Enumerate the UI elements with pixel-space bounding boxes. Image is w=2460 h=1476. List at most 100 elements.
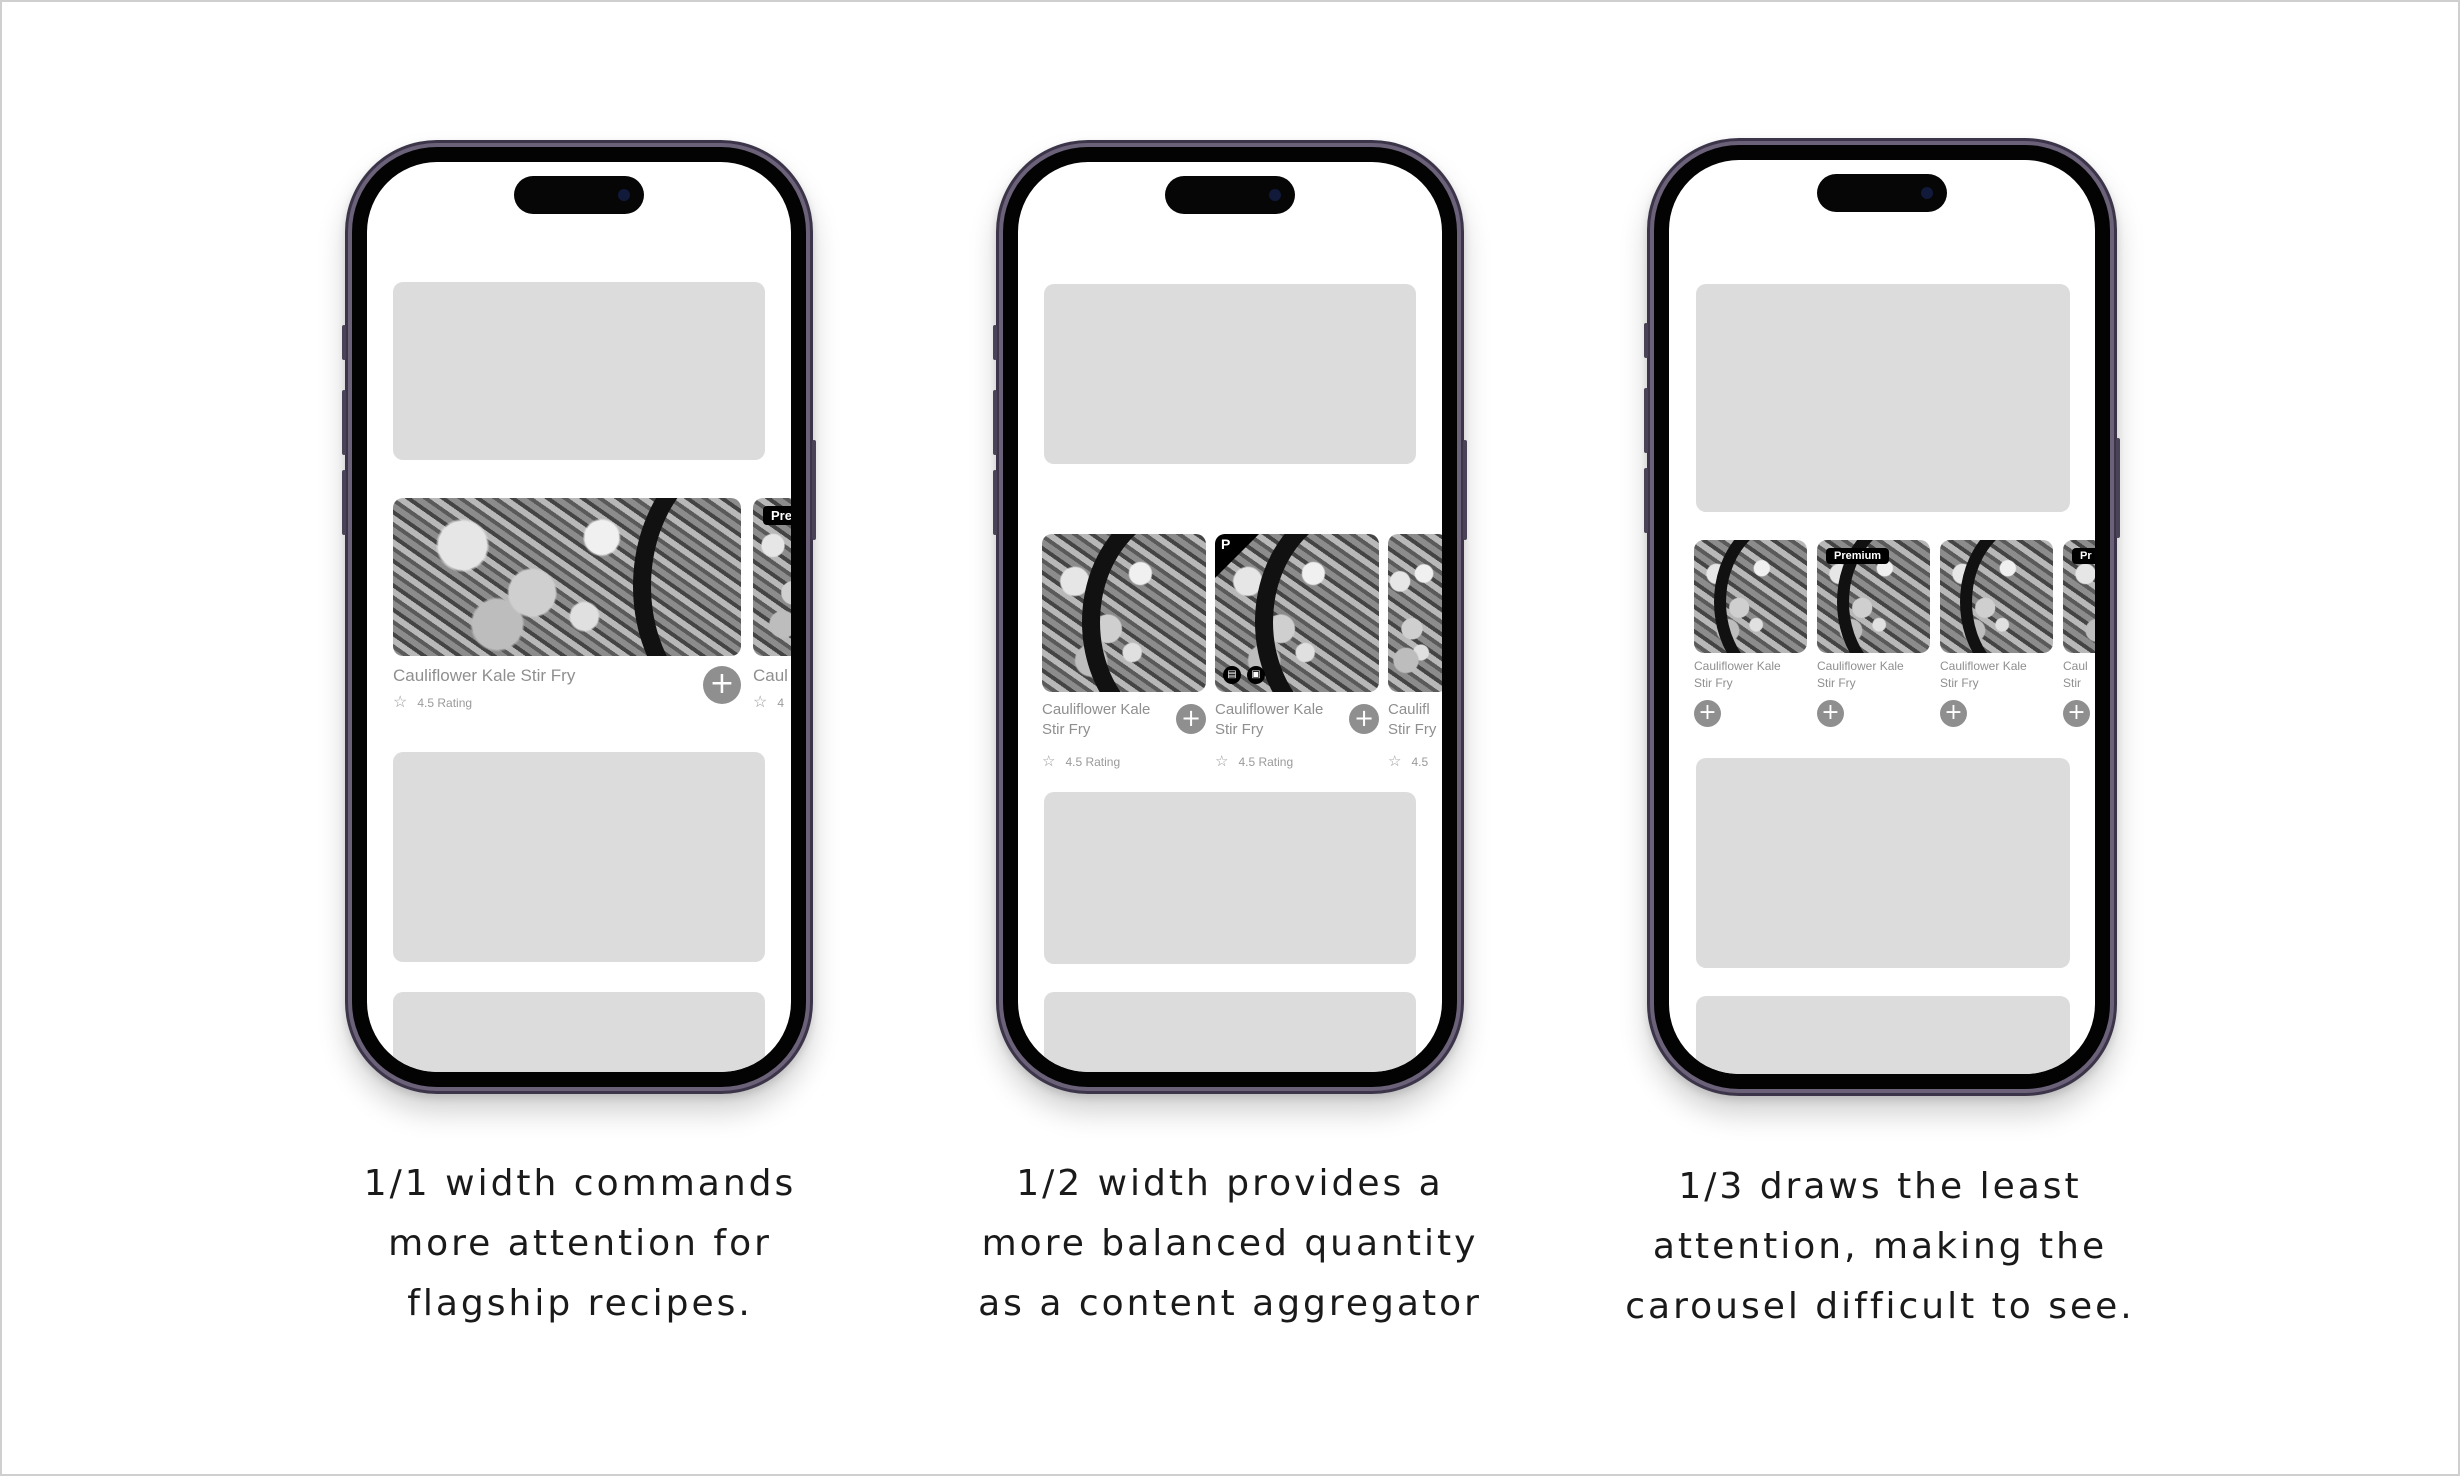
volume-down-button [993, 470, 997, 535]
recipe-title[interactable]: Cauliflower Kale Stir Fry [393, 666, 575, 686]
recipe-carousel[interactable]: Cauliflower Kale Stir Fry ☆ 4.5 Rating + … [1018, 534, 1442, 774]
add-button[interactable]: + [2063, 700, 2090, 727]
recipe-image[interactable] [1694, 540, 1807, 653]
phone-screen: Cauliflower Kale Stir Fry ☆ 4.5 Rating + … [367, 162, 791, 1072]
recipe-title-line2: Stir Fry [1042, 721, 1091, 738]
recipe-card[interactable]: Cauliflower Kale Stir Fry + [1940, 540, 2053, 730]
rating-text: 4.5 Rating [417, 696, 473, 710]
video-icon: ▣ [1247, 666, 1265, 684]
add-button[interactable]: + [703, 666, 741, 704]
action-button [1644, 323, 1648, 358]
recipe-card[interactable]: Cauliflower Kale Stir Fry ☆ 4.5 Rating + [393, 498, 741, 718]
recipe-title-line2: Stir Fry [1817, 676, 1856, 690]
recipe-title[interactable]: Cauliflower Kale Stir Fry [1694, 658, 1781, 692]
add-button[interactable]: + [1817, 700, 1844, 727]
recipe-title-line2: Stir Fry [1388, 721, 1437, 738]
recipe-title[interactable]: Cauliflower Kale Stir Fry [1042, 700, 1150, 740]
recipe-carousel[interactable]: Cauliflower Kale Stir Fry + Premium Caul… [1669, 540, 2095, 730]
recipe-card[interactable]: Cauliflower Kale Stir Fry + [1694, 540, 1807, 730]
power-button [1463, 440, 1467, 540]
phone-mockup-full-width: Cauliflower Kale Stir Fry ☆ 4.5 Rating + … [342, 140, 816, 1094]
placeholder-block-top [393, 282, 765, 460]
pan-shape [1714, 540, 1807, 653]
recipe-title[interactable]: Cauliflower Kale Stir Fry [1817, 658, 1904, 692]
add-button[interactable]: + [1940, 700, 1967, 727]
rating-text: 4.5 Rating [1065, 755, 1121, 769]
phone-screen: Cauliflower Kale Stir Fry ☆ 4.5 Rating + … [1018, 162, 1442, 1072]
recipe-card[interactable]: Premium Cauliflower Kale Stir Fry + [1817, 540, 1930, 730]
power-button [2116, 438, 2120, 538]
recipe-image[interactable] [1042, 534, 1206, 692]
caption-line: carousel difficult to see. [1625, 1286, 2135, 1327]
star-icon: ☆ [1042, 753, 1056, 770]
placeholder-block-middle [393, 752, 765, 962]
caption-line: attention, making the [1652, 1226, 2108, 1267]
pan-shape [1960, 540, 2053, 653]
recipe-card-partial[interactable]: Pr Caul Stir + [2063, 540, 2095, 730]
recipe-title-line2: Stir Fry [1694, 676, 1733, 690]
recipe-image[interactable]: Pr [2063, 540, 2095, 653]
recipe-image[interactable]: Premium [1817, 540, 1930, 653]
caption-line: 1/2 width provides a [1016, 1163, 1444, 1204]
pan-shape [1255, 534, 1379, 692]
recipe-rating: ☆ 4.5 Rating [1215, 752, 1293, 770]
caption-line: as a content aggregator [978, 1283, 1482, 1324]
recipe-rating: ☆ 4.5 Rating [393, 692, 472, 712]
recipe-image[interactable]: P ▤ ▣ [1215, 534, 1379, 692]
camera-icon [1269, 189, 1281, 201]
power-button [812, 440, 816, 540]
recipe-carousel[interactable]: Cauliflower Kale Stir Fry ☆ 4.5 Rating + … [367, 498, 791, 718]
recipe-rating: ☆ 4.5 [1388, 752, 1428, 770]
recipe-card[interactable]: P ▤ ▣ Cauliflower Kale Stir Fry ☆ 4.5 Rat… [1215, 534, 1379, 774]
caption-line: 1/3 draws the least [1678, 1166, 2082, 1207]
recipe-title[interactable]: Caulifl Stir Fry [1388, 700, 1436, 740]
rating-text: 4 [777, 696, 785, 710]
recipe-card-partial[interactable]: Caulifl Stir Fry ☆ 4.5 [1388, 534, 1442, 774]
phone-screen: Cauliflower Kale Stir Fry + Premium Caul… [1669, 160, 2095, 1074]
volume-up-button [342, 390, 346, 455]
placeholder-block-top [1044, 284, 1416, 464]
recipe-image[interactable] [1388, 534, 1442, 692]
star-icon: ☆ [1215, 753, 1229, 770]
recipe-title-line2: Stir [2063, 676, 2081, 690]
add-button[interactable]: + [1694, 700, 1721, 727]
premium-corner-badge: P [1215, 534, 1259, 578]
dynamic-island [1165, 176, 1295, 214]
recipe-card-partial[interactable]: Pre Caul ☆ 4 [753, 498, 791, 718]
placeholder-block-middle [1696, 758, 2070, 968]
recipe-title-line1: Caulifl [1388, 701, 1430, 718]
star-icon: ☆ [753, 694, 768, 711]
recipe-rating: ☆ 4.5 Rating [1042, 752, 1120, 770]
pan-shape [633, 498, 741, 656]
volume-down-button [1644, 468, 1648, 533]
recipe-title[interactable]: Caul [753, 666, 788, 686]
recipe-image[interactable]: Pre [753, 498, 791, 656]
recipe-title-line1: Cauliflower Kale [1940, 659, 2027, 673]
recipe-title[interactable]: Cauliflower Kale Stir Fry [1215, 700, 1323, 740]
add-button[interactable]: + [1349, 704, 1379, 734]
volume-up-button [1644, 388, 1648, 453]
premium-badge: Pre [763, 506, 791, 525]
premium-badge: Pr [2072, 548, 2095, 564]
recipe-title-line2: Stir Fry [1940, 676, 1979, 690]
caption-line: more attention for [388, 1223, 772, 1264]
caption-third-width: 1/3 draws the least attention, making th… [1600, 1157, 2160, 1337]
add-button[interactable]: + [1176, 704, 1206, 734]
recipe-image[interactable] [393, 498, 741, 656]
recipe-title[interactable]: Cauliflower Kale Stir Fry [1940, 658, 2027, 692]
placeholder-block-bottom [393, 992, 765, 1072]
rating-text: 4.5 [1411, 755, 1429, 769]
action-button [342, 325, 346, 360]
phone-mockup-third-width: Cauliflower Kale Stir Fry + Premium Caul… [1644, 138, 2120, 1096]
recipe-title-line1: Cauliflower Kale [1215, 701, 1324, 718]
placeholder-block-bottom [1044, 992, 1416, 1072]
phone-mockup-half-width: Cauliflower Kale Stir Fry ☆ 4.5 Rating + … [993, 140, 1467, 1094]
recipe-title-line1: Cauliflower Kale [1694, 659, 1781, 673]
recipe-title[interactable]: Caul Stir [2063, 658, 2088, 692]
caption-line: flagship recipes. [407, 1283, 753, 1324]
camera-icon [1921, 187, 1933, 199]
recipe-card[interactable]: Cauliflower Kale Stir Fry ☆ 4.5 Rating + [1042, 534, 1206, 774]
recipe-image[interactable] [1940, 540, 2053, 653]
dynamic-island [1817, 174, 1947, 212]
recipe-title-line1: Cauliflower Kale [1042, 701, 1151, 718]
